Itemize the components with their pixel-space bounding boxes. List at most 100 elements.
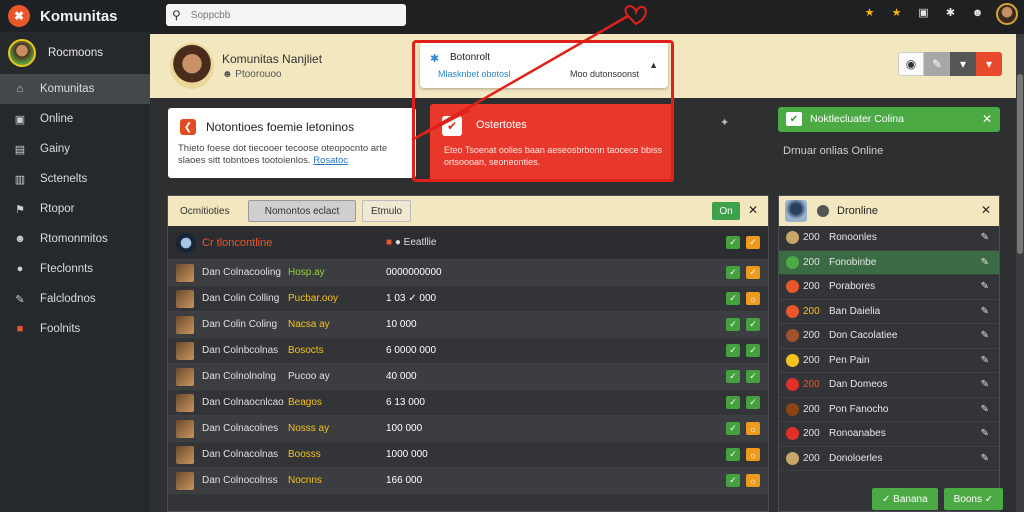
sidebar-user[interactable]: Rocmoons <box>0 32 150 74</box>
bell-icon[interactable]: ✱ <box>944 6 957 19</box>
table-row[interactable]: Dan Colnacolnas Boosss 1000 000 ✓ ☼ <box>168 442 768 468</box>
edit-icon[interactable]: ✎ <box>981 379 989 390</box>
check-icon[interactable]: ✓ <box>726 370 740 383</box>
table-row[interactable]: Dan Colnacolnes Nosss ay 100 000 ✓ ☼ <box>168 416 768 442</box>
sidebar-item-label: Komunitas <box>40 83 95 95</box>
check-icon[interactable]: ✓ <box>726 422 740 435</box>
table-row[interactable]: Dan Colin Coling Nacsa ay 10 000 ✓ ✓ <box>168 312 768 338</box>
sidebar-item-8[interactable]: ■ Foolnits <box>0 314 150 344</box>
pin-icon: ✦ <box>720 117 730 129</box>
list-item[interactable]: 200 Don Cacolatiee ✎ <box>779 324 999 349</box>
menu-button[interactable]: ▾ <box>976 52 1002 76</box>
close-icon[interactable]: ✕ <box>982 112 992 126</box>
list-item[interactable]: 200 Ban Daielia ✎ <box>779 300 999 324</box>
user-status-icon <box>786 402 799 416</box>
status-icon[interactable]: ☼ <box>746 292 760 305</box>
status-icon[interactable]: ✓ <box>746 370 760 383</box>
smiley-icon[interactable]: ☻ <box>971 6 984 19</box>
list-item[interactable]: 200 Pon Fanocho ✎ <box>779 398 999 422</box>
list-item-count: 200 <box>803 256 820 268</box>
info-card-link[interactable]: Rosatoc <box>313 155 348 166</box>
sidebar-item-1[interactable]: ▣ Online <box>0 104 150 134</box>
status-icon[interactable]: ✓ <box>746 396 760 409</box>
sidebar-item-0[interactable]: ⌂ Komunitas <box>0 74 150 104</box>
sidebar-item-3[interactable]: ▥ Sctenelts <box>0 164 150 194</box>
list-item[interactable]: 200 Pen Pain ✎ <box>779 349 999 373</box>
badge-icon: ■ <box>16 323 24 335</box>
edit-icon[interactable]: ✎ <box>981 355 989 366</box>
table-row[interactable]: Dan Colnolnolng Pucoo ay 40 000 ✓ ✓ <box>168 364 768 390</box>
check-icon[interactable]: ✓ <box>726 266 740 279</box>
user-icon: ● <box>16 263 24 275</box>
trophy-icon[interactable]: ★ <box>890 6 903 19</box>
status-icon[interactable]: ✓ <box>746 318 760 331</box>
footer-button-1[interactable]: ✓ Banana <box>872 488 938 510</box>
status-icon[interactable]: ☼ <box>746 448 760 461</box>
edit-icon[interactable]: ✎ <box>981 453 989 464</box>
sidebar-item-label: Rtomonmitos <box>40 233 108 245</box>
status-icon[interactable]: ✓ <box>746 236 760 249</box>
star-badge-icon[interactable]: ★ <box>863 6 876 19</box>
list-item[interactable]: 200 Porabores ✎ <box>779 275 999 300</box>
online-card[interactable]: ✔ Noktlecluater Colina ✕ <box>778 107 1000 132</box>
close-icon[interactable]: ✕ <box>981 203 991 217</box>
table-row[interactable]: Dan Colin Colling Pucbar.ooy 1 03 ✓ 000 ✓ ☼ <box>168 286 768 312</box>
edit-icon[interactable]: ✎ <box>981 428 989 439</box>
table-row[interactable]: Dan Colnocolnss Nocnns 166 000 ✓ ☼ <box>168 468 768 494</box>
calendar-icon[interactable]: ▣ <box>917 6 930 19</box>
edit-button[interactable]: ✎ <box>924 52 950 76</box>
table-row[interactable]: Cr tloncontline ■ ● Eeatllie ✓ ✓ <box>168 226 768 260</box>
avatar <box>176 367 194 386</box>
table-row[interactable]: Dan Colnbcolnas Bosocts 6 0000 000 ✓ ✓ <box>168 338 768 364</box>
list-item[interactable]: 200 Dan Domeos ✎ <box>779 373 999 398</box>
status-icon[interactable]: ☼ <box>746 474 760 487</box>
sidebar-item-5[interactable]: ☻ Rtomonmitos <box>0 224 150 254</box>
edit-icon[interactable]: ✎ <box>981 306 989 317</box>
online-button[interactable]: On <box>712 202 740 220</box>
check-icon[interactable]: ✓ <box>726 396 740 409</box>
footer-button-2[interactable]: Boons ✓ <box>943 488 1004 510</box>
scrollbar-thumb[interactable] <box>1017 74 1023 254</box>
row-name: Dan Colnolnolng <box>202 371 276 382</box>
scrollbar[interactable] <box>1016 34 1024 512</box>
list-item[interactable]: 200 Fonobinbe ✎ <box>779 250 999 275</box>
status-icon[interactable]: ☼ <box>746 422 760 435</box>
sidebar-item-2[interactable]: ▤ Gainy <box>0 134 150 164</box>
check-icon[interactable]: ✓ <box>726 292 740 305</box>
tab-etmulo[interactable]: Etmulo <box>362 200 412 222</box>
list-item[interactable]: 200 Donoloerles ✎ <box>779 447 999 471</box>
check-icon[interactable]: ✓ <box>726 448 740 461</box>
sidebar: ✖ Komunitas Rocmoons ⌂ Komunitas ▣ Online ▤ G… <box>0 0 150 512</box>
sidebar-item-6[interactable]: ● Fteclonnts <box>0 254 150 284</box>
check-icon[interactable]: ✓ <box>726 344 740 357</box>
row-value: 40 000 <box>386 371 417 382</box>
status-icon[interactable]: ✓ <box>746 344 760 357</box>
brand[interactable]: ✖ Komunitas <box>0 0 150 32</box>
table-row[interactable]: Dan Colnacooling Hosp.ay 0000000000 ✓ ✓ <box>168 260 768 286</box>
row-value: 1 03 ✓ 000 <box>386 293 437 304</box>
edit-icon[interactable]: ✎ <box>981 281 989 292</box>
check-icon[interactable]: ✓ <box>726 318 740 331</box>
edit-icon[interactable]: ✎ <box>981 232 989 243</box>
dropdown-button[interactable]: ▾ <box>950 52 976 76</box>
list-item[interactable]: 200 Ronoonles ✎ <box>779 226 999 251</box>
user-status-icon <box>786 231 799 245</box>
tab-nomontos[interactable]: Nomontos eclact <box>248 200 356 222</box>
check-icon[interactable]: ✓ <box>726 236 740 249</box>
highlight-box <box>412 40 674 182</box>
close-icon[interactable]: ✕ <box>748 203 758 217</box>
settings-button[interactable]: ◉ <box>898 52 924 76</box>
search-input[interactable]: ⚲ Soppcbb <box>166 4 406 26</box>
profile-avatar[interactable] <box>170 43 214 89</box>
edit-icon[interactable]: ✎ <box>981 404 989 415</box>
edit-icon[interactable]: ✎ <box>981 257 989 268</box>
list-item[interactable]: 200 Ronoanabes ✎ <box>779 422 999 447</box>
status-icon[interactable]: ✓ <box>746 266 760 279</box>
sidebar-item-7[interactable]: ✎ Falclodnos <box>0 284 150 314</box>
sidebar-item-4[interactable]: ⚑ Rtopor <box>0 194 150 224</box>
check-icon[interactable]: ✓ <box>726 474 740 487</box>
table-row[interactable]: Dan Colnaocnlcao Beagos 6 13 000 ✓ ✓ <box>168 390 768 416</box>
user-avatar[interactable] <box>996 3 1018 25</box>
edit-icon[interactable]: ✎ <box>981 330 989 341</box>
tab-ocmitioties[interactable]: Ocmitioties <box>172 200 237 222</box>
